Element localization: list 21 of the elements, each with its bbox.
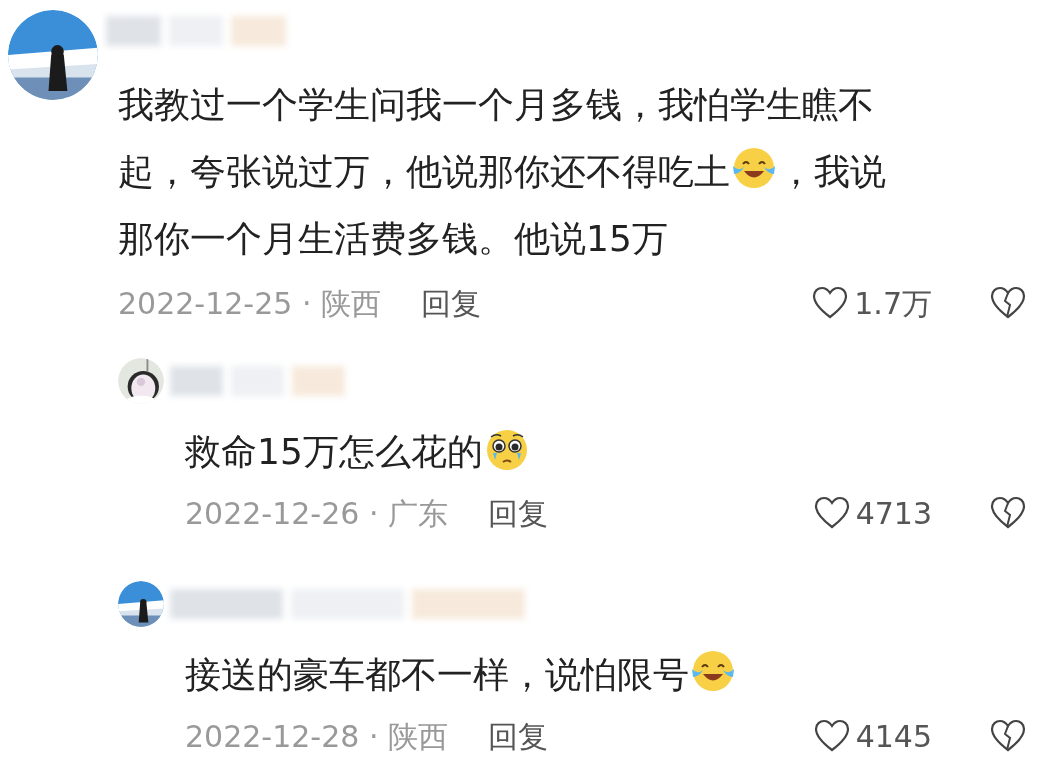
time-location: 2022-12-25 · 陕西: [118, 284, 381, 323]
heart-icon[interactable]: [812, 286, 849, 320]
time-location: 2022-12-26 · 广东: [185, 494, 448, 533]
reply-link[interactable]: 回复: [487, 490, 548, 536]
comment-text: 接送的豪车都不一样，说怕限号: [185, 654, 689, 695]
reply-link[interactable]: 回复: [487, 713, 548, 759]
broken-heart-icon[interactable]: [990, 496, 1026, 530]
broken-heart-icon[interactable]: [990, 719, 1026, 753]
comment-text: 那你一个月生活费多钱。他说15万: [118, 218, 668, 259]
comment-text: ，我说: [778, 151, 886, 192]
broken-heart-icon[interactable]: [990, 286, 1026, 320]
comment-text: 我教过一个学生问我一个月多钱，我怕学生瞧不: [118, 84, 874, 125]
heart-icon[interactable]: [813, 719, 850, 753]
comment-text: 救命15万怎么花的: [185, 431, 483, 472]
like-count: 1.7万: [854, 284, 932, 323]
like-count: 4145: [855, 717, 932, 756]
like-count: 4713: [855, 494, 932, 533]
comment-text: 起，夸张说过万，他说那你还不得吃土: [118, 151, 730, 192]
heart-icon[interactable]: [813, 496, 850, 530]
reply-link[interactable]: 回复: [420, 280, 481, 326]
time-location: 2022-12-28 · 陕西: [185, 717, 448, 756]
